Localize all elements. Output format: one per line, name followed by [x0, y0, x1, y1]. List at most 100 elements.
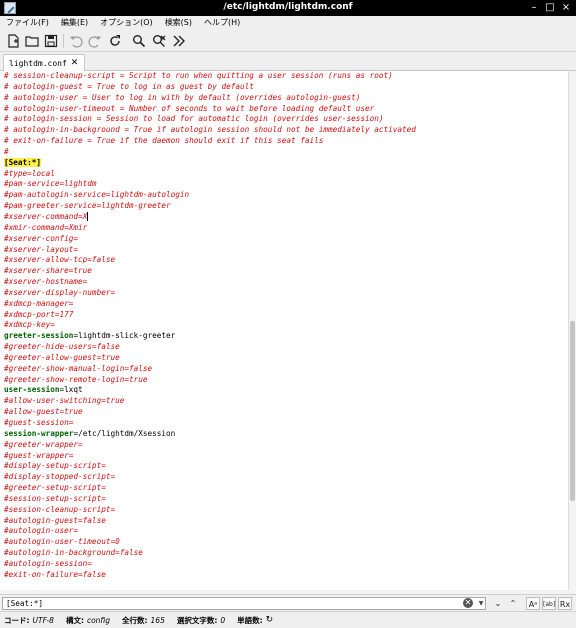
editor-line: #xserver-display-number= — [0, 288, 568, 299]
save-button[interactable] — [44, 34, 58, 48]
comment-text: # autologin-user = User to log in with b… — [4, 92, 361, 102]
text-editor[interactable]: # session-cleanup-script = Script to run… — [0, 71, 568, 590]
comment-text: #xserver-layout= — [4, 244, 79, 254]
comment-text: # session-cleanup-script = Script to run… — [4, 71, 393, 80]
editor-line: #xdmcp-port=177 — [0, 310, 568, 321]
search-history-dropdown-icon[interactable]: ▼ — [476, 597, 486, 610]
menu-help[interactable]: ヘルプ(H) — [198, 16, 246, 30]
editor-line: #autologin-user= — [0, 526, 568, 537]
goto-line-icon — [173, 35, 185, 47]
comment-text: #session-cleanup-script= — [4, 504, 116, 514]
undo-button[interactable] — [69, 34, 83, 48]
comment-text: #pam-service=lightdm — [4, 179, 97, 189]
selected-chars-value: 0 — [220, 615, 226, 625]
config-key: user-session — [4, 385, 60, 395]
editor-line: # autologin-session = Session to load fo… — [0, 114, 568, 125]
comment-text: # autologin-guest = True to log in as gu… — [4, 81, 254, 91]
config-key: greeter-session — [4, 331, 74, 341]
open-file-button[interactable] — [25, 34, 39, 48]
config-value: =/etc/lightdm/Xsession — [73, 428, 176, 438]
status-bar: コード: UTF-8 構文: config 全行数: 165 選択文字数: 0 … — [0, 611, 576, 628]
editor-line: #xserver-layout= — [0, 245, 568, 256]
comment-text: # autologin-session = Session to load fo… — [4, 114, 384, 124]
comment-text: #xdmcp-key= — [4, 320, 55, 330]
comment-text: #allow-user-switching=true — [4, 396, 125, 406]
comment-text: #pam-greeter-service=lightdm-greeter — [4, 201, 171, 211]
editor-line: #autologin-in-background=false — [0, 548, 568, 559]
comment-text: #greeter-allow-guest=true — [4, 352, 120, 362]
menu-file[interactable]: ファイル(F) — [0, 16, 55, 30]
menu-options[interactable]: オプション(O) — [94, 16, 159, 30]
editor-line: # session-cleanup-script = Script to run… — [0, 71, 568, 82]
tab-label: lightdm.conf — [9, 58, 67, 68]
editor-line: #allow-guest=true — [0, 407, 568, 418]
editor-line: #pam-autologin-service=lightdm-autologin — [0, 190, 568, 201]
comment-text: #xserver-allow-tcp=false — [4, 255, 116, 265]
menu-search[interactable]: 検索(S) — [159, 16, 198, 30]
new-file-button[interactable] — [6, 34, 20, 48]
editor-line: #guest-session= — [0, 418, 568, 429]
reload-button[interactable] — [108, 34, 122, 48]
editor-line: [Seat:*] — [0, 157, 568, 169]
redo-icon — [88, 36, 101, 48]
find-button[interactable] — [132, 34, 146, 48]
maximize-button[interactable]: □ — [544, 2, 556, 14]
editor-line: # autologin-in-background = True if auto… — [0, 125, 568, 136]
vertical-scrollbar[interactable] — [568, 71, 576, 590]
search-input[interactable]: [Seat:*] — [2, 597, 486, 610]
config-value: =lxqt — [59, 385, 83, 395]
clear-search-icon[interactable]: ✕ — [463, 598, 473, 608]
comment-text: #guest-wrapper= — [4, 450, 74, 460]
window-title: /etc/lightdm/lightdm.conf — [223, 2, 353, 12]
line-count-value: 165 — [150, 615, 165, 625]
regex-button[interactable]: Rx — [558, 597, 572, 610]
comment-text: #autologin-session= — [4, 558, 92, 568]
editor-line: #greeter-show-manual-login=false — [0, 364, 568, 375]
tab-bar: lightdm.conf ✕ — [0, 52, 576, 71]
comment-text: #xserver-hostname= — [4, 277, 88, 287]
whole-word-button[interactable]: [ab] — [542, 597, 556, 610]
goto-line-button[interactable] — [172, 34, 186, 48]
scrollbar-thumb[interactable] — [570, 321, 575, 501]
close-window-button[interactable]: × — [560, 2, 572, 14]
editor-line: #greeter-setup-script= — [0, 483, 568, 494]
editor-line: #exit-on-failure=false — [0, 570, 568, 581]
comment-text: #autologin-in-background=false — [4, 548, 143, 558]
editor-line: #display-stopped-script= — [0, 472, 568, 483]
menu-edit[interactable]: 編集(E) — [55, 16, 94, 30]
editor-line: #pam-service=lightdm — [0, 179, 568, 190]
comment-text: #xmir-command=Xmir — [4, 222, 88, 232]
editor-line: session-wrapper=/etc/lightdm/Xsession — [0, 429, 568, 440]
tab-close-icon[interactable]: ✕ — [71, 58, 79, 68]
reload-icon — [110, 35, 120, 46]
syntax-value[interactable]: config — [87, 616, 110, 625]
save-icon — [44, 34, 58, 48]
open-folder-icon — [25, 36, 39, 47]
editor-line: #autologin-session= — [0, 559, 568, 570]
comment-text: # exit-on-failure = True if the daemon s… — [4, 136, 324, 146]
comment-text: #guest-session= — [4, 418, 74, 427]
find-previous-button[interactable]: ⌃ — [507, 597, 519, 610]
title-bar: /etc/lightdm/lightdm.conf – □ × — [0, 0, 576, 16]
tab-lightdm-conf[interactable]: lightdm.conf ✕ — [3, 54, 85, 71]
find-next-button[interactable]: ⌄ — [492, 597, 504, 610]
editor-line: #greeter-allow-guest=true — [0, 353, 568, 364]
minimize-button[interactable]: – — [528, 2, 540, 14]
comment-text: #autologin-guest=false — [4, 515, 106, 525]
editor-line: # autologin-guest = True to log in as gu… — [0, 82, 568, 93]
comment-text: #type=local — [4, 168, 55, 178]
comment-text: #exit-on-failure=false — [4, 569, 106, 579]
match-case-button[interactable]: Aᵃ — [526, 597, 540, 610]
comment-text: #xdmcp-port=177 — [4, 309, 74, 319]
editor-line: # — [0, 147, 568, 158]
redo-button[interactable] — [88, 34, 102, 48]
comment-text: # — [4, 146, 9, 156]
editor-line: #xmir-command=Xmir — [0, 223, 568, 234]
editor-line: #allow-user-switching=true — [0, 396, 568, 407]
editor-line: #xserver-command=X — [0, 212, 568, 223]
toolbar — [0, 30, 576, 52]
refresh-count-icon[interactable]: ↻ — [266, 615, 274, 625]
find-bar: [Seat:*] ✕ ▼ ⌄ ⌃ Aᵃ [ab] Rx — [0, 594, 576, 611]
find-replace-button[interactable] — [152, 34, 166, 48]
editor-line: #display-setup-script= — [0, 461, 568, 472]
